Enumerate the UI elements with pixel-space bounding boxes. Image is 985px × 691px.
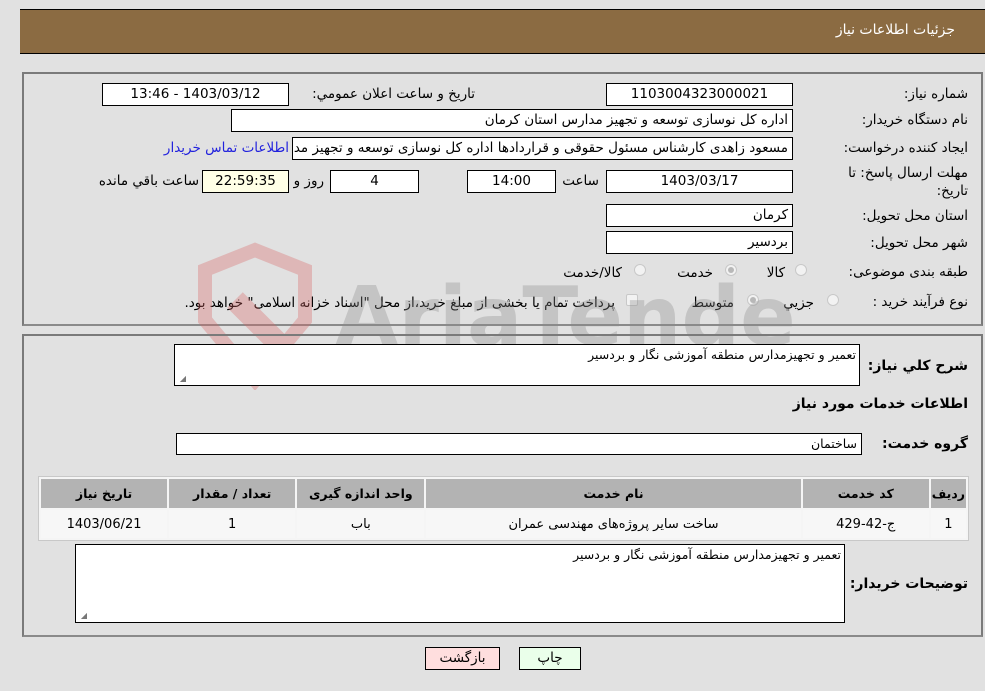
requester-label: ایجاد کننده درخواست: <box>843 140 968 156</box>
general-desc-textarea[interactable]: تعمیر و تجهیزمدارس منطقه آموزشی نگار و ب… <box>174 344 860 386</box>
cell-row-number: 1 <box>930 510 966 538</box>
deadline-label: مهلت ارسال پاسخ: تا تاریخ: <box>848 165 968 199</box>
cell-service-name: ساخت سایر پروژه‌های مهندسی عمران <box>426 510 801 538</box>
category-radio-goods[interactable] <box>795 264 807 276</box>
treasury-checkbox-label: پرداخت تمام یا بخشی از مبلغ خرید،از محل … <box>184 295 615 311</box>
col-header-need-date: تاریخ نیاز <box>41 479 168 508</box>
announce-datetime-field[interactable]: 1403/03/12 - 13:46 <box>102 83 289 106</box>
page-header: جزئیات اطلاعات نیاز <box>20 9 985 54</box>
table-row: 1 ج-42-429 ساخت سایر پروژه‌های مهندسی عم… <box>41 510 966 538</box>
time-remaining-field[interactable]: 22:59:35 <box>202 170 289 193</box>
category-goods-service-label: کالا/خدمت <box>563 265 622 281</box>
announce-datetime-label: تاریخ و ساعت اعلان عمومي: <box>312 86 475 102</box>
category-radio-goods-service[interactable] <box>634 264 646 276</box>
need-number-field[interactable]: 1103004323000021 <box>606 83 793 106</box>
buyer-org-label: نام دستگاه خريدار: <box>861 112 968 128</box>
deadline-time-field[interactable]: 14:00 <box>467 170 556 193</box>
buyer-org-field[interactable]: اداره کل نوسازی توسعه و تجهیز مدارس استا… <box>231 109 793 132</box>
category-label: طبقه بندی موضوعی: <box>848 264 968 280</box>
page-title: جزئیات اطلاعات نیاز <box>835 22 955 38</box>
cell-unit: باب <box>297 510 425 538</box>
days-remaining-field[interactable]: 4 <box>330 170 419 193</box>
buyer-contact-link[interactable]: اطلاعات تماس خریدار <box>164 140 289 156</box>
province-label: استان محل تحویل: <box>862 208 968 224</box>
cell-need-date: 1403/06/21 <box>41 510 168 538</box>
process-minor-label: جزيي <box>783 295 814 311</box>
category-radio-service[interactable] <box>725 264 737 276</box>
category-goods-label: کالا <box>766 265 785 281</box>
col-header-unit: واحد اندازه گیری <box>297 479 425 508</box>
resize-handle-icon[interactable]: ◢ <box>178 375 186 383</box>
deadline-time-label: ساعت <box>562 173 599 189</box>
process-radio-minor[interactable] <box>827 294 839 306</box>
cell-quantity: 1 <box>169 510 296 538</box>
category-service-label: خدمت <box>677 265 713 281</box>
print-button[interactable]: چاپ <box>519 647 581 670</box>
deadline-date-field[interactable]: 1403/03/17 <box>606 170 793 193</box>
process-medium-label: متوسط <box>691 295 734 311</box>
back-button[interactable]: بازگشت <box>425 647 500 670</box>
services-table: ردیف کد خدمت نام خدمت واحد اندازه گیری ت… <box>38 476 969 541</box>
buyer-notes-label: توضیحات خریدار: <box>849 576 968 592</box>
general-desc-label: شرح کلي نياز: <box>867 358 968 374</box>
col-header-row-number: ردیف <box>930 479 966 508</box>
buyer-notes-textarea[interactable]: تعمیر و تجهیزمدارس منطقه آموزشی نگار و ب… <box>75 544 845 623</box>
service-group-label: گروه خدمت: <box>882 436 968 452</box>
services-section-title: اطلاعات خدمات مورد نیاز <box>792 396 968 412</box>
time-remaining-label: ساعت باقي مانده <box>98 173 199 189</box>
province-field[interactable]: کرمان <box>606 204 793 227</box>
requester-field[interactable]: مسعود زاهدی کارشناس مسئول حقوقی و قراردا… <box>292 137 793 160</box>
buyer-notes-text: تعمیر و تجهیزمدارس منطقه آموزشی نگار و ب… <box>573 547 841 562</box>
col-header-service-code: کد خدمت <box>802 479 929 508</box>
city-label: شهر محل تحویل: <box>870 235 968 251</box>
service-group-field[interactable]: ساختمان <box>176 433 862 455</box>
treasury-checkbox[interactable] <box>626 294 638 306</box>
col-header-quantity: تعداد / مقدار <box>169 479 296 508</box>
need-number-label: شماره نیاز: <box>903 86 968 102</box>
table-header-row: ردیف کد خدمت نام خدمت واحد اندازه گیری ت… <box>41 479 966 508</box>
city-field[interactable]: بردسیر <box>606 231 793 254</box>
cell-service-code: ج-42-429 <box>802 510 929 538</box>
resize-handle-icon[interactable]: ◢ <box>79 612 87 620</box>
days-label: روز و <box>293 173 324 189</box>
purchase-process-label: نوع فرآیند خرید : <box>872 294 968 310</box>
process-radio-medium[interactable] <box>747 294 759 306</box>
col-header-service-name: نام خدمت <box>426 479 801 508</box>
general-desc-text: تعمیر و تجهیزمدارس منطقه آموزشی نگار و ب… <box>588 347 856 362</box>
